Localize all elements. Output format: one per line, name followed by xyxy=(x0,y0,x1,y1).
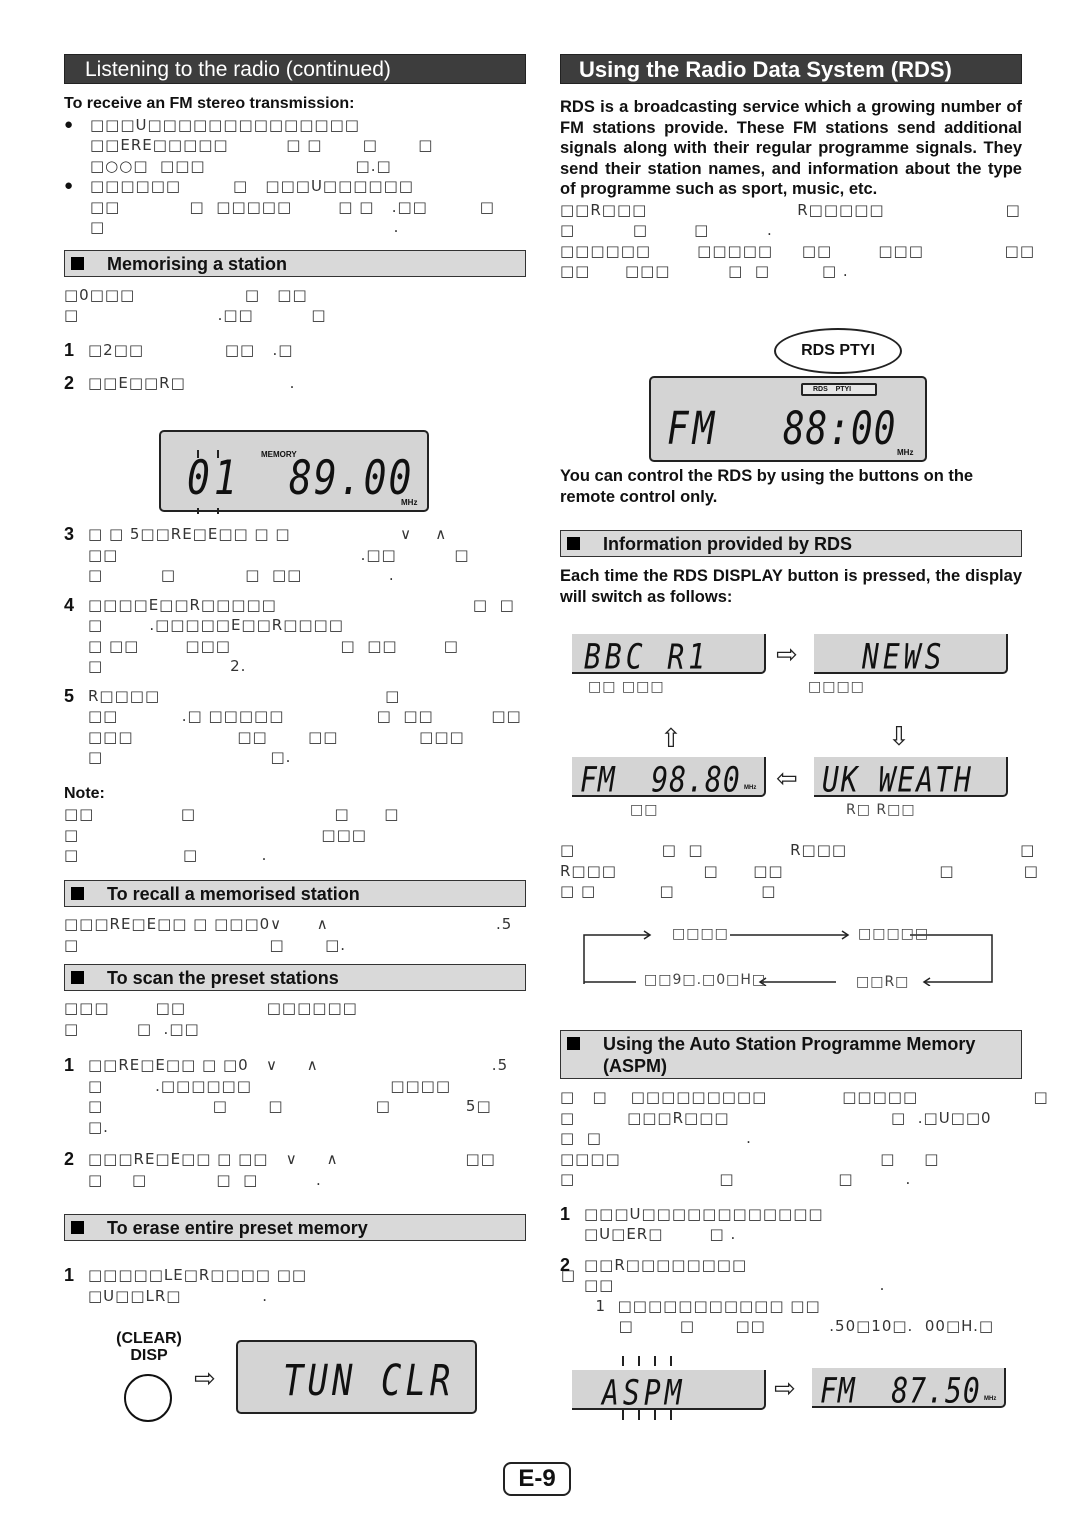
memorising-intro: □0□□□ □ □□ □ .□□ □ xyxy=(64,285,327,325)
flash-mark xyxy=(670,1356,672,1366)
memorising-step-5: 5 R□□□□ □ □□ .□ □□□□□ □ □□ □□ □□□ □□ □□ … xyxy=(64,685,522,767)
erase-step-1: 1 □□□□□LE□R□□□□ □□ □ □U□□LR□ . xyxy=(64,1265,577,1305)
frequency-readout: 88:00 xyxy=(783,404,897,456)
flash-mark xyxy=(217,508,219,514)
memorising-note: Note: □□ □ □ □ □ □□□ □ □ . xyxy=(64,784,526,866)
section-header-listening: Listening to the radio (continued) xyxy=(64,54,526,84)
cycle-label: □□□□□ xyxy=(858,926,930,942)
fm-stereo-bullet-2: □□□□□□ □ □□□U□□□□□□ □□ □ □□□□□ □ □ .□□ □… xyxy=(64,176,526,238)
cycle-line xyxy=(910,934,993,983)
info-intro: Each time the RDS DISPLAY button is pres… xyxy=(560,567,1022,606)
cycle-label: □□R□ xyxy=(856,974,910,990)
info-section: Information provided by RDS Each time th… xyxy=(560,530,1022,607)
rds-ptyi-callout: RDS PTYI xyxy=(774,328,902,374)
fm-stereo-bullet-1: □□□U□□□□□□□□□□□□□□ □□ERE□□□□□ □ □ □ □ □○… xyxy=(64,115,526,177)
page-number: E-9 xyxy=(503,1462,571,1496)
left-column: Listening to the radio (continued) To re… xyxy=(64,54,575,1422)
scan-step-2: 2 □□□RE□E□□ □ □□ ∨ ∧ □□ □ □ □ □ . xyxy=(64,1149,496,1189)
fm-stereo-title: To receive an FM stereo transmission: xyxy=(64,95,355,112)
mode-readout: FM xyxy=(667,404,719,456)
rds-lcd-display: RDS PTYI FM 88:00 MHz xyxy=(649,376,927,462)
cycle-line xyxy=(583,934,650,984)
fm-stereo-section: To receive an FM stereo transmission: □□… xyxy=(64,94,526,238)
note-label: Note: xyxy=(64,784,105,802)
scan-section: To scan the preset stations □□□ □□ □□□□□… xyxy=(64,964,526,1190)
remote-control-note: You can control the RDS by using the but… xyxy=(560,467,974,506)
up-arrow-icon: ⇧ xyxy=(660,724,682,754)
clear-disp-label: (CLEAR) DISP xyxy=(116,1330,182,1364)
lcd-programme-type: NEWS xyxy=(814,634,1008,677)
memorising-steps-continued: 3 □ □ 5□□RE□E□□ □ □ ∨ ∧ □□ .□□ □ □ □ □ □… xyxy=(64,524,526,866)
square-bullet-icon xyxy=(71,256,84,270)
lcd-station-name: BBC R1 xyxy=(572,634,766,677)
flash-mark xyxy=(622,1410,624,1420)
memory-lcd-display: MEMORY 01 89.00 MHz xyxy=(159,430,429,514)
lcd-fm-87-50: FM 87.50 MHz xyxy=(812,1368,1006,1411)
flash-mark xyxy=(654,1410,656,1420)
cycle-label: □□□□ xyxy=(672,926,729,942)
mhz-unit: MHz xyxy=(401,498,418,507)
recall-section: To recall a memorised station □□□RE□E□□ … xyxy=(64,880,526,955)
display-cycle-diagram xyxy=(583,930,993,986)
memorising-step-3: 3 □ □ 5□□RE□E□□ □ □ ∨ ∧ □□ .□□ □ □ □ □ □… xyxy=(64,524,470,584)
flash-mark xyxy=(670,1410,672,1420)
section-header-scan: To scan the preset stations xyxy=(64,964,526,991)
section-header-erase: To erase entire preset memory xyxy=(64,1214,526,1241)
flash-mark xyxy=(654,1356,656,1366)
flash-mark xyxy=(197,450,199,458)
aspm-section: Using the Auto Station Programme Memory … xyxy=(560,1030,1048,1337)
square-bullet-icon xyxy=(71,971,84,984)
aspm-step-2: 2 □□R□□□□□□□□ □□ . 1 □□□□□□□□□□□ □□ □ □ … xyxy=(560,1254,995,1336)
erase-section: To erase entire preset memory 1 □□□□□LE□… xyxy=(64,1214,577,1306)
flash-mark xyxy=(217,450,219,458)
section-header-memorising: Memorising a station xyxy=(64,249,526,277)
cycle-label: □□9□.□0□H□ xyxy=(644,972,767,988)
lcd-aspm: ASPM xyxy=(572,1356,766,1420)
right-arrow-icon: ⇨ xyxy=(774,1374,796,1404)
section-header-rds: Using the Radio Data System (RDS) xyxy=(560,54,1022,84)
right-arrow-icon: ⇨ xyxy=(776,640,798,670)
section-header-recall: To recall a memorised station xyxy=(64,880,526,907)
info-after-text: □ □ □ R□□□ □ R□□□ □ □□ □ □ □ □ □ □ xyxy=(560,841,1039,900)
flash-mark xyxy=(638,1356,640,1366)
left-arrow-icon: ⇦ xyxy=(776,764,798,794)
square-bullet-icon xyxy=(71,1221,84,1234)
scan-step-1: 1 □□RE□E□□ □ □0 ∨ ∧ .5 □ .□□□□□□ □□□□ □ … xyxy=(64,1055,509,1136)
section-header-info: Information provided by RDS xyxy=(560,530,1022,557)
rds-intro-garbled: □□R□□□ R□□□□□ □ □ □ □ . □□□□□□ □□□□□ □□ … xyxy=(560,200,1035,281)
memorising-step-2: 2 □□E□□R□ . xyxy=(64,373,296,393)
down-arrow-icon: ⇩ xyxy=(888,722,910,752)
square-bullet-icon xyxy=(567,1037,580,1050)
memorising-step-4: 4 □□□□E□□R□□□□□ □ □ □ .□□□□□E□□R□□□□ □ □… xyxy=(64,594,515,676)
clear-disp-button[interactable] xyxy=(124,1374,172,1422)
right-column: Using the Radio Data System (RDS) RDS is… xyxy=(560,54,1048,1420)
rds-intro: RDS is a broadcasting service which a gr… xyxy=(560,98,1022,198)
square-bullet-icon xyxy=(71,887,84,900)
preset-number: 01 xyxy=(187,450,241,505)
square-bullet-icon xyxy=(567,537,580,550)
frequency-readout: 89.00 xyxy=(289,450,414,505)
flash-mark xyxy=(638,1410,640,1420)
memorising-step-1: 1 □2□□ □□ .□ xyxy=(64,339,294,360)
rds-indicator-box: RDS PTYI xyxy=(801,383,877,396)
flash-mark xyxy=(197,508,199,514)
flash-mark xyxy=(622,1356,624,1366)
lcd-frequency: FM 98.80 MHz xyxy=(572,757,766,800)
tun-clr-lcd-display: TUN CLR xyxy=(236,1340,477,1414)
aspm-step-1: 1 □□□U□□□□□□□□□□□□ □U□ER□ □ . xyxy=(560,1203,824,1244)
section-header-aspm: Using the Auto Station Programme Memory … xyxy=(560,1030,1022,1079)
right-arrow-icon: ⇨ xyxy=(194,1364,216,1394)
lcd-radio-text: UK WEATH xyxy=(814,757,1008,800)
